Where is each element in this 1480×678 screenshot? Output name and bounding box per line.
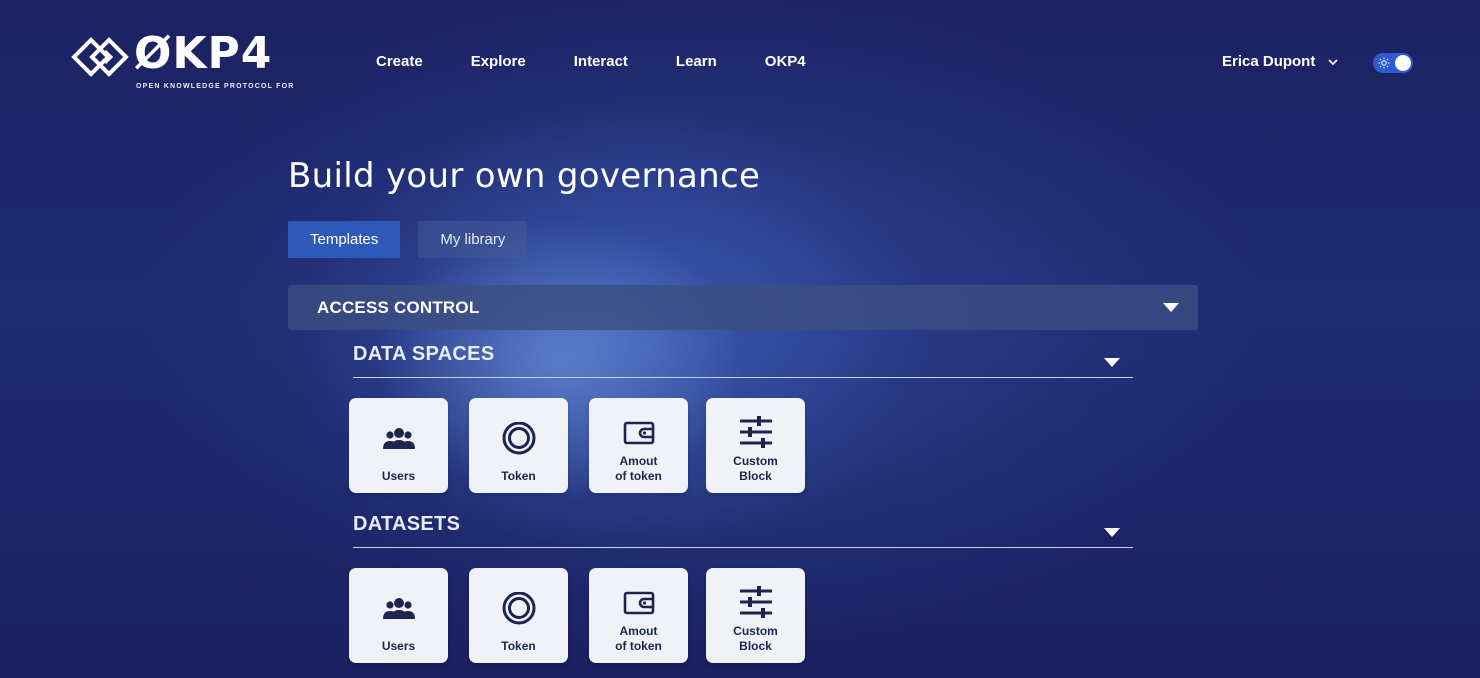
section-divider	[353, 547, 1133, 548]
card-label: Amout of token	[615, 454, 662, 483]
caret-down-icon	[1104, 358, 1120, 367]
theme-toggle[interactable]	[1373, 53, 1413, 73]
card-label: Token	[501, 639, 536, 653]
block-card-token[interactable]: Token	[469, 398, 568, 493]
block-card-custom-block[interactable]: Custom Block	[706, 398, 805, 493]
section-label: DATASETS	[353, 513, 461, 535]
section-divider	[353, 377, 1133, 378]
caret-down-icon	[1163, 303, 1179, 312]
token-icon	[502, 422, 535, 455]
wallet-icon	[623, 591, 654, 615]
card-label: Users	[381, 469, 416, 483]
chevron-down-icon	[1328, 59, 1338, 66]
block-card-custom-block[interactable]: Custom Block	[706, 568, 805, 663]
users-icon	[382, 598, 415, 619]
sliders-icon	[739, 586, 772, 618]
tab-templates[interactable]: Templates	[288, 221, 401, 258]
block-card-amount-of-token[interactable]: Amout of token	[589, 398, 688, 493]
card-grid-datasets: Users Token Amout of token Custom Block	[349, 568, 826, 663]
okp4-logo[interactable]: ØKP4 OPEN KNOWLEDGE PROTOCOL FOR	[70, 30, 293, 94]
sliders-icon	[739, 416, 772, 448]
tab-my-library[interactable]: My library	[418, 221, 528, 258]
wallet-icon	[623, 421, 654, 445]
block-card-token[interactable]: Token	[469, 568, 568, 663]
nav-item-interact[interactable]: Interact	[574, 52, 628, 72]
top-header: ØKP4 OPEN KNOWLEDGE PROTOCOL FOR Create …	[0, 0, 1480, 120]
nav-item-learn[interactable]: Learn	[676, 52, 717, 72]
tab-bar: Templates My library	[288, 221, 545, 258]
block-card-amount-of-token[interactable]: Amout of token	[589, 568, 688, 663]
brand-tagline: OPEN KNOWLEDGE PROTOCOL FOR	[136, 83, 295, 90]
nav-item-explore[interactable]: Explore	[471, 52, 526, 72]
access-control-accordion[interactable]: ACCESS CONTROL	[288, 285, 1198, 330]
card-label: Custom Block	[733, 624, 778, 653]
card-label: Custom Block	[733, 454, 778, 483]
caret-down-icon	[1104, 528, 1120, 537]
token-icon	[502, 592, 535, 625]
sun-icon	[1378, 57, 1390, 69]
user-menu[interactable]: Erica Dupont	[1222, 52, 1339, 72]
card-label: Amout of token	[615, 624, 662, 653]
accordion-label: ACCESS CONTROL	[317, 298, 480, 317]
section-data-spaces[interactable]: DATA SPACES	[353, 342, 1133, 382]
nav-item-okp4[interactable]: OKP4	[765, 52, 806, 72]
block-card-users[interactable]: Users	[349, 568, 448, 663]
section-label: DATA SPACES	[353, 343, 495, 365]
section-datasets[interactable]: DATASETS	[353, 512, 1133, 552]
page-title: Build your own governance	[288, 156, 761, 196]
main-nav: Create Explore Interact Learn OKP4	[376, 52, 854, 72]
block-card-users[interactable]: Users	[349, 398, 448, 493]
user-name: Erica Dupont	[1222, 53, 1316, 70]
logo-diamond-icon	[71, 37, 129, 77]
users-icon	[382, 428, 415, 449]
brand-name: ØKP4	[134, 28, 273, 79]
card-label: Token	[501, 469, 536, 483]
card-grid-data-spaces: Users Token Amout of token Custom Block	[349, 398, 826, 493]
nav-item-create[interactable]: Create	[376, 52, 423, 72]
card-label: Users	[381, 639, 416, 653]
toggle-knob	[1395, 55, 1411, 71]
